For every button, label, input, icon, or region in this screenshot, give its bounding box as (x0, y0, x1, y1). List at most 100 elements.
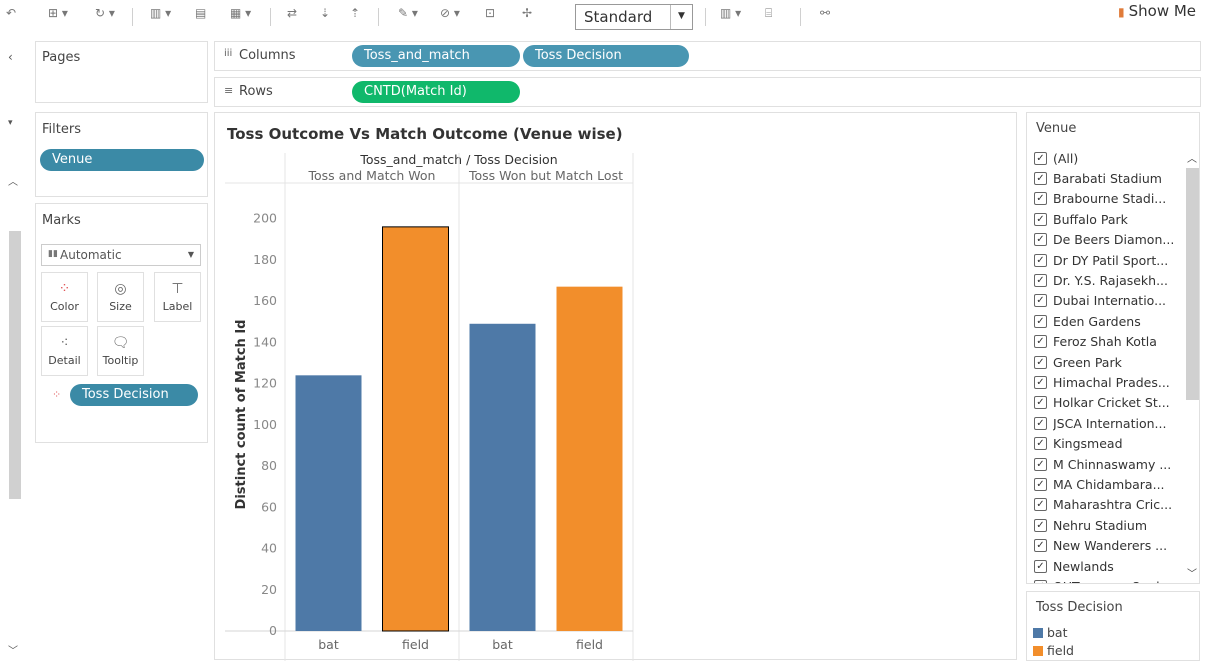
venue-scrollbar[interactable]: ︿ ﹀ (1184, 148, 1199, 583)
venue-filter-item[interactable]: ✓ Feroz Shah Kotla (1034, 332, 1184, 352)
scroll-up-icon[interactable]: ︿ (8, 173, 18, 188)
fix-axes-icon[interactable]: ▥ ▾ (720, 6, 741, 20)
checkbox-checked-icon[interactable]: ✓ (1034, 233, 1047, 247)
bar-field-lost[interactable] (556, 286, 623, 631)
checkbox-checked-icon[interactable]: ✓ (1034, 335, 1047, 349)
venue-filter-item[interactable]: ✓ Dr DY Patil Sport... (1034, 250, 1184, 270)
y-tick-label: 80 (261, 458, 277, 473)
refresh-icon[interactable]: ↻ ▾ (95, 6, 115, 20)
filter-pill-venue[interactable]: Venue (40, 149, 204, 171)
checkbox-checked-icon[interactable]: ✓ (1034, 559, 1047, 573)
checkbox-checked-icon[interactable]: ✓ (1034, 172, 1047, 186)
pages-shelf[interactable]: Pages (35, 41, 208, 103)
legend-item-field[interactable]: field (1033, 643, 1074, 658)
venue-filter-item[interactable]: ✓ Eden Gardens (1034, 311, 1184, 331)
rows-pill-cntd-match-id[interactable]: CNTD(Match Id) (352, 81, 520, 103)
sort-asc-icon[interactable]: ⇣ (320, 6, 330, 20)
checkbox-checked-icon[interactable]: ✓ (1034, 375, 1047, 389)
venue-filter-item[interactable]: ✓ M Chinnaswamy ... (1034, 454, 1184, 474)
color-button[interactable]: ⁘ Color (41, 272, 88, 322)
venue-filter-item[interactable]: ✓ New Wanderers ... (1034, 535, 1184, 555)
venue-filter-item[interactable]: ✓ Green Park (1034, 352, 1184, 372)
toss-decision-legend: Toss Decision bat field (1026, 591, 1200, 661)
bar-bat-lost[interactable] (469, 323, 536, 631)
label-icon[interactable]: ⊡ (485, 6, 495, 20)
venue-filter-item[interactable]: ✓ Buffalo Park (1034, 209, 1184, 229)
pin-icon[interactable]: ✢ (522, 6, 532, 20)
chevron-down-icon[interactable]: ▾ (8, 118, 13, 128)
fit-select-value: Standard (584, 8, 653, 26)
venue-filter-item[interactable]: ✓ MA Chidambara... (1034, 474, 1184, 494)
size-button[interactable]: ◎ Size (97, 272, 144, 322)
mark-type-select[interactable]: ▮▮ Automatic ▼ (41, 244, 201, 266)
columns-pill-toss-and-match[interactable]: Toss_and_match (352, 45, 520, 67)
clear-sheet-icon[interactable]: ▦ ▾ (230, 6, 251, 20)
scroll-up-icon[interactable]: ︿ (1187, 150, 1197, 165)
checkbox-checked-icon[interactable]: ✓ (1034, 437, 1047, 451)
scroll-down-icon[interactable]: ﹀ (8, 642, 18, 657)
venue-filter-item[interactable]: ✓ Dr. Y.S. Rajasekh... (1034, 270, 1184, 290)
checkbox-checked-icon[interactable]: ✓ (1034, 192, 1047, 206)
venue-filter-item[interactable]: ✓ Nehru Stadium (1034, 515, 1184, 535)
venue-filter-item[interactable]: ✓ Himachal Prades... (1034, 372, 1184, 392)
swap-icon[interactable]: ⇄ (287, 6, 297, 20)
rows-shelf[interactable]: ≡ Rows CNTD(Match Id) (214, 77, 1201, 107)
show-me-button[interactable]: ▮ Show Me (1118, 2, 1196, 20)
checkbox-checked-icon[interactable]: ✓ (1034, 253, 1047, 267)
duplicate-sheet-icon[interactable]: ▤ (195, 6, 206, 20)
checkbox-checked-icon[interactable]: ✓ (1034, 477, 1047, 491)
bar-field-won[interactable] (382, 226, 449, 632)
checkbox-checked-icon[interactable]: ✓ (1034, 579, 1047, 583)
venue-filter-item[interactable]: ✓ JSCA Internation... (1034, 413, 1184, 433)
columns-shelf[interactable]: iii Columns Toss_and_match Toss Decision (214, 41, 1201, 71)
detail-button[interactable]: ⁖ Detail (41, 326, 88, 376)
sort-desc-icon[interactable]: ⇡ (350, 6, 360, 20)
checkbox-checked-icon[interactable]: ✓ (1034, 212, 1047, 226)
venue-filter-item[interactable]: ✓ Barabati Stadium (1034, 168, 1184, 188)
checkbox-checked-icon[interactable]: ✓ (1034, 294, 1047, 308)
venue-filter-item-label: Dubai Internatio... (1053, 293, 1167, 309)
venue-filter-item[interactable]: ✓ (All) (1034, 148, 1184, 168)
checkbox-checked-icon[interactable]: ✓ (1034, 314, 1047, 328)
y-tick-label: 0 (269, 623, 277, 638)
undo-icon[interactable]: ↶ (6, 6, 16, 20)
chevron-left-icon[interactable]: ‹ (8, 50, 13, 64)
checkbox-checked-icon[interactable]: ✓ (1034, 518, 1047, 532)
checkbox-checked-icon[interactable]: ✓ (1034, 355, 1047, 369)
venue-filter-item[interactable]: ✓ De Beers Diamon... (1034, 230, 1184, 250)
scroll-down-icon[interactable]: ﹀ (1187, 565, 1197, 580)
new-datasource-icon[interactable]: ⊞ ▾ (48, 6, 68, 20)
new-sheet-icon[interactable]: ▥ ▾ (150, 6, 171, 20)
venue-filter-item[interactable]: ✓ Maharashtra Cric... (1034, 495, 1184, 515)
legend-item-bat[interactable]: bat (1033, 625, 1068, 640)
fit-select[interactable]: Standard ▼ (575, 4, 693, 30)
venue-filter-item[interactable]: ✓ Kingsmead (1034, 433, 1184, 453)
side-scrollbar[interactable] (9, 231, 21, 499)
highlight-icon[interactable]: ✎ ▾ (398, 6, 418, 20)
marks-pill-toss-decision[interactable]: Toss Decision (70, 384, 198, 406)
checkbox-checked-icon[interactable]: ✓ (1034, 498, 1047, 512)
venue-filter-item[interactable]: ✓ Dubai Internatio... (1034, 291, 1184, 311)
venue-filter-card: Venue ✓ (All) ✓ Barabati Stadium ✓ Brabourne … (1026, 112, 1200, 584)
y-tick-label: 20 (261, 582, 277, 597)
checkbox-checked-icon[interactable]: ✓ (1034, 151, 1047, 165)
checkbox-checked-icon[interactable]: ✓ (1034, 457, 1047, 471)
scrollbar-thumb[interactable] (1186, 168, 1199, 400)
checkbox-checked-icon[interactable]: ✓ (1034, 539, 1047, 553)
tooltip-button[interactable]: 🗨 Tooltip (97, 326, 144, 376)
group-icon[interactable]: ⊘ ▾ (440, 6, 460, 20)
marks-card-title: Marks (42, 213, 81, 228)
label-button[interactable]: ⊤ Label (154, 272, 201, 322)
bar-bat-won[interactable] (295, 375, 362, 631)
venue-filter-item[interactable]: ✓ Brabourne Stadi... (1034, 189, 1184, 209)
venue-filter-item[interactable]: ✓ Newlands (1034, 556, 1184, 576)
checkbox-checked-icon[interactable]: ✓ (1034, 274, 1047, 288)
columns-pill-toss-decision[interactable]: Toss Decision (523, 45, 689, 67)
checkbox-checked-icon[interactable]: ✓ (1034, 416, 1047, 430)
venue-filter-item[interactable]: ✓ OUTsurance Oval (1034, 576, 1184, 583)
venue-filter-item[interactable]: ✓ Holkar Cricket St... (1034, 393, 1184, 413)
filters-shelf[interactable]: Filters Venue (35, 112, 208, 197)
checkbox-checked-icon[interactable]: ✓ (1034, 396, 1047, 410)
presentation-icon[interactable]: ⌸ (765, 6, 772, 21)
share-icon[interactable]: ⚯ (820, 6, 830, 20)
